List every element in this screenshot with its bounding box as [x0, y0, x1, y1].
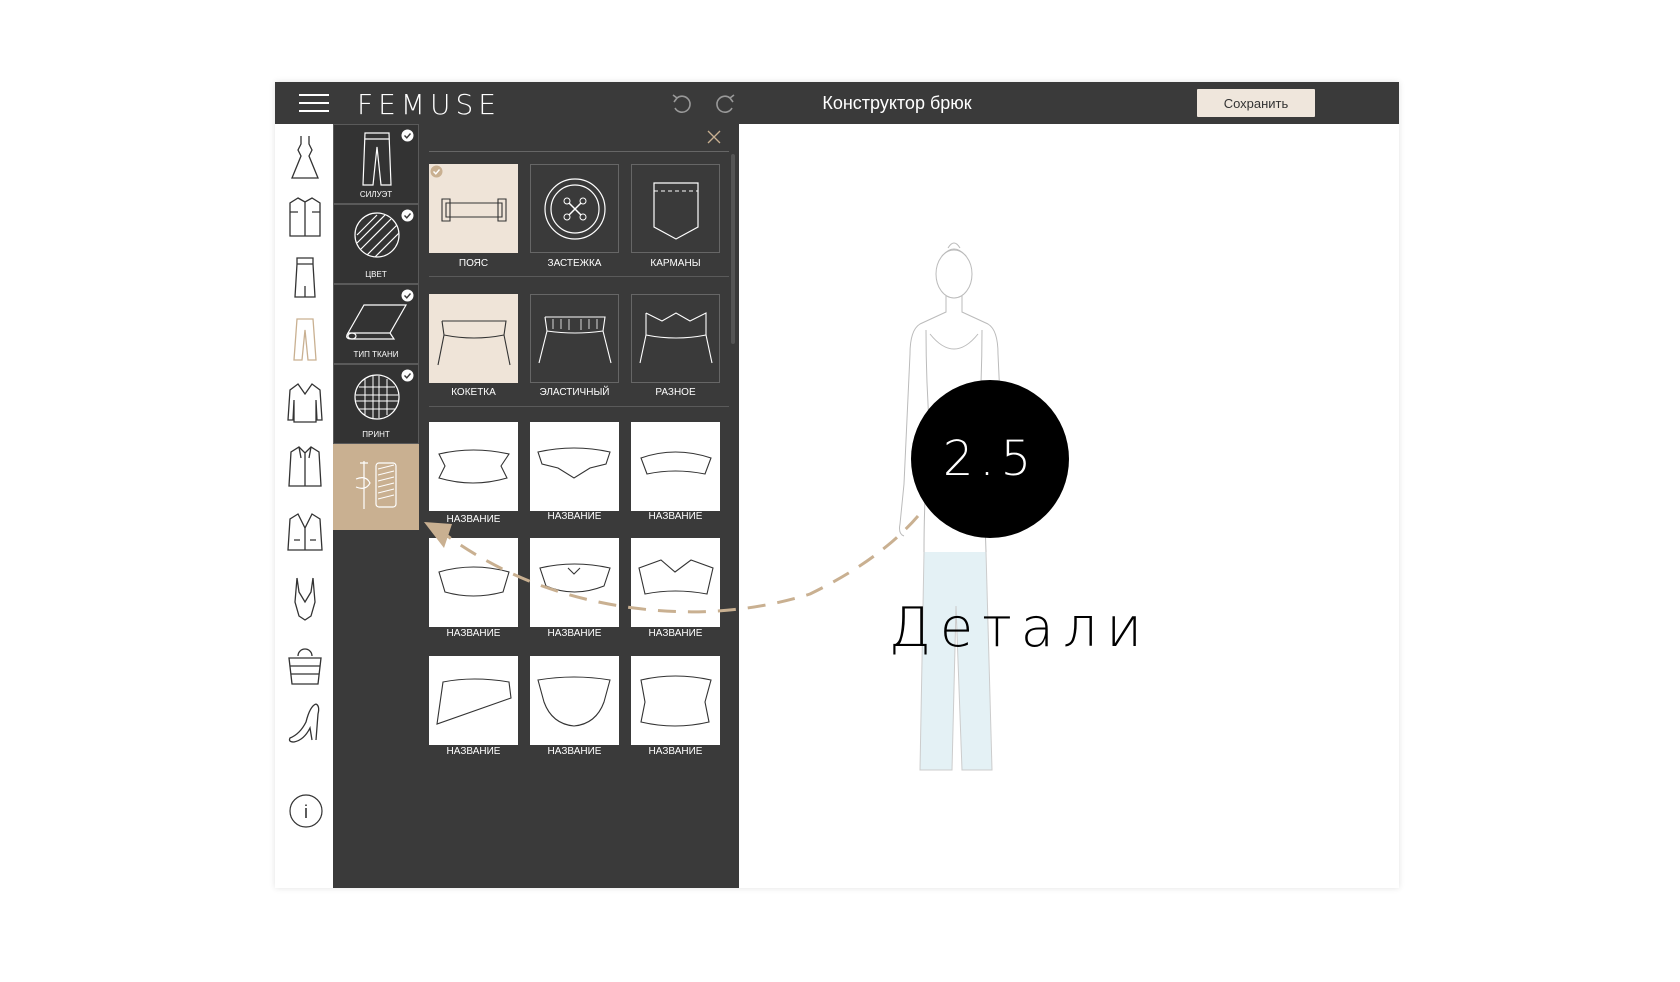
sweater-icon[interactable] [286, 380, 324, 426]
variant-tile[interactable] [429, 656, 518, 745]
variant-tile[interactable] [631, 422, 720, 511]
waistband-variant-icon [640, 451, 712, 475]
tab-label: ПРИНТ [362, 430, 390, 439]
button-icon [544, 178, 606, 240]
jacket-icon[interactable] [286, 510, 324, 556]
yoke-icon [437, 320, 511, 366]
tab-fabric-type[interactable]: ТИП ТКАНИ [333, 284, 419, 364]
info-label: i [304, 802, 308, 822]
variant-label: НАЗВАНИЕ [648, 628, 703, 639]
waistband-variant-icon [438, 566, 510, 597]
category-tabs: СИЛУЭТ ЦВЕТ ТИП ТКАНИ ПРИНТ [333, 124, 421, 540]
belt-icon [441, 198, 507, 222]
divider [429, 276, 729, 277]
constructor-window: FEMUSE Конструктор брюк Сохранить i СИЛУ… [275, 82, 1399, 888]
variant-label: НАЗВАНИЕ [446, 746, 501, 757]
check-icon [401, 289, 414, 302]
various-waist-icon [639, 312, 713, 364]
garment-rail: i [275, 124, 334, 888]
bag-icon[interactable] [286, 642, 324, 688]
tab-details[interactable] [333, 444, 419, 530]
variant-tile[interactable] [429, 538, 518, 627]
step-badge: 2.5 [911, 380, 1069, 538]
step-caption: Детали [889, 596, 1151, 659]
check-icon [401, 209, 414, 222]
option-belt[interactable] [429, 164, 518, 253]
shirt-icon[interactable] [286, 194, 324, 240]
skirt-icon[interactable] [286, 254, 324, 300]
option-label: КОКЕТКА [451, 387, 496, 398]
tab-label: СИЛУЭТ [359, 190, 393, 199]
option-yoke[interactable] [429, 294, 518, 383]
pocket-icon [653, 182, 699, 240]
tab-color[interactable]: ЦВЕТ [333, 204, 419, 284]
elastic-waist-icon [538, 316, 612, 364]
variant-tile[interactable] [631, 656, 720, 745]
option-various[interactable] [631, 294, 720, 383]
color-swatch-icon [354, 212, 400, 258]
sewing-details-icon [355, 461, 397, 509]
variant-label: НАЗВАНИЕ [648, 746, 703, 757]
variant-label: НАЗВАНИЕ [446, 628, 501, 639]
top-bar: FEMUSE Конструктор брюк Сохранить [275, 82, 1399, 124]
dress-icon[interactable] [286, 134, 324, 180]
coat-icon[interactable] [286, 444, 324, 490]
option-label: КАРМАНЫ [650, 258, 701, 269]
trousers-preview [920, 552, 992, 770]
option-label: ПОЯС [458, 258, 489, 269]
waistband-variant-icon [537, 676, 611, 727]
variant-label: НАЗВАНИЕ [547, 511, 602, 522]
waistband-variant-icon [438, 449, 510, 484]
check-icon [401, 369, 414, 382]
waistband-variant-icon [436, 678, 512, 725]
variant-tile[interactable] [631, 538, 720, 627]
waistband-variant-icon [640, 675, 712, 727]
tab-print[interactable]: ПРИНТ [333, 364, 419, 444]
variant-label: НАЗВАНИЕ [547, 628, 602, 639]
divider [429, 406, 729, 407]
info-icon[interactable]: i [289, 794, 323, 828]
tab-label: ЦВЕТ [365, 270, 387, 279]
trousers-icon[interactable] [286, 316, 324, 362]
variant-tile[interactable] [530, 422, 619, 511]
check-icon [401, 129, 414, 142]
trousers-silhouette-icon [362, 132, 392, 186]
variant-tile[interactable] [530, 538, 619, 627]
check-icon [430, 165, 443, 178]
variant-tile[interactable] [530, 656, 619, 745]
editor-panel: СИЛУЭТ ЦВЕТ ТИП ТКАНИ ПРИНТ ПОЯС ЗАСТЕЖК… [333, 124, 739, 888]
option-label: ЭЛАСТИЧНЫЙ [539, 387, 610, 398]
option-fastener[interactable] [530, 164, 619, 253]
swimsuit-icon[interactable] [286, 576, 324, 622]
variant-label: НАЗВАНИЕ [547, 746, 602, 757]
option-pockets[interactable] [631, 164, 720, 253]
plaid-swatch-icon [354, 374, 400, 420]
waistband-variant-icon [638, 559, 714, 595]
panel-scrollbar[interactable] [731, 154, 735, 344]
variant-label: НАЗВАНИЕ [446, 514, 501, 525]
option-elastic[interactable] [530, 294, 619, 383]
save-button[interactable]: Сохранить [1197, 89, 1315, 117]
divider [429, 151, 729, 152]
option-label: РАЗНОЕ [655, 387, 696, 398]
variant-label: НАЗВАНИЕ [648, 511, 703, 522]
tab-label: ТИП ТКАНИ [353, 350, 399, 359]
preview-canvas [739, 124, 1399, 888]
shoe-icon[interactable] [286, 700, 324, 746]
options-grid: ПОЯС ЗАСТЕЖКА КАРМАНЫ КОКЕТКА ЭЛАСТИЧНЫЙ… [429, 124, 729, 888]
option-label: ЗАСТЕЖКА [547, 258, 602, 269]
waistband-variant-icon [539, 563, 611, 593]
tab-silhouette[interactable]: СИЛУЭТ [333, 124, 419, 204]
close-icon[interactable] [707, 130, 721, 144]
waistband-variant-icon [537, 447, 611, 479]
variant-tile[interactable] [429, 422, 518, 511]
